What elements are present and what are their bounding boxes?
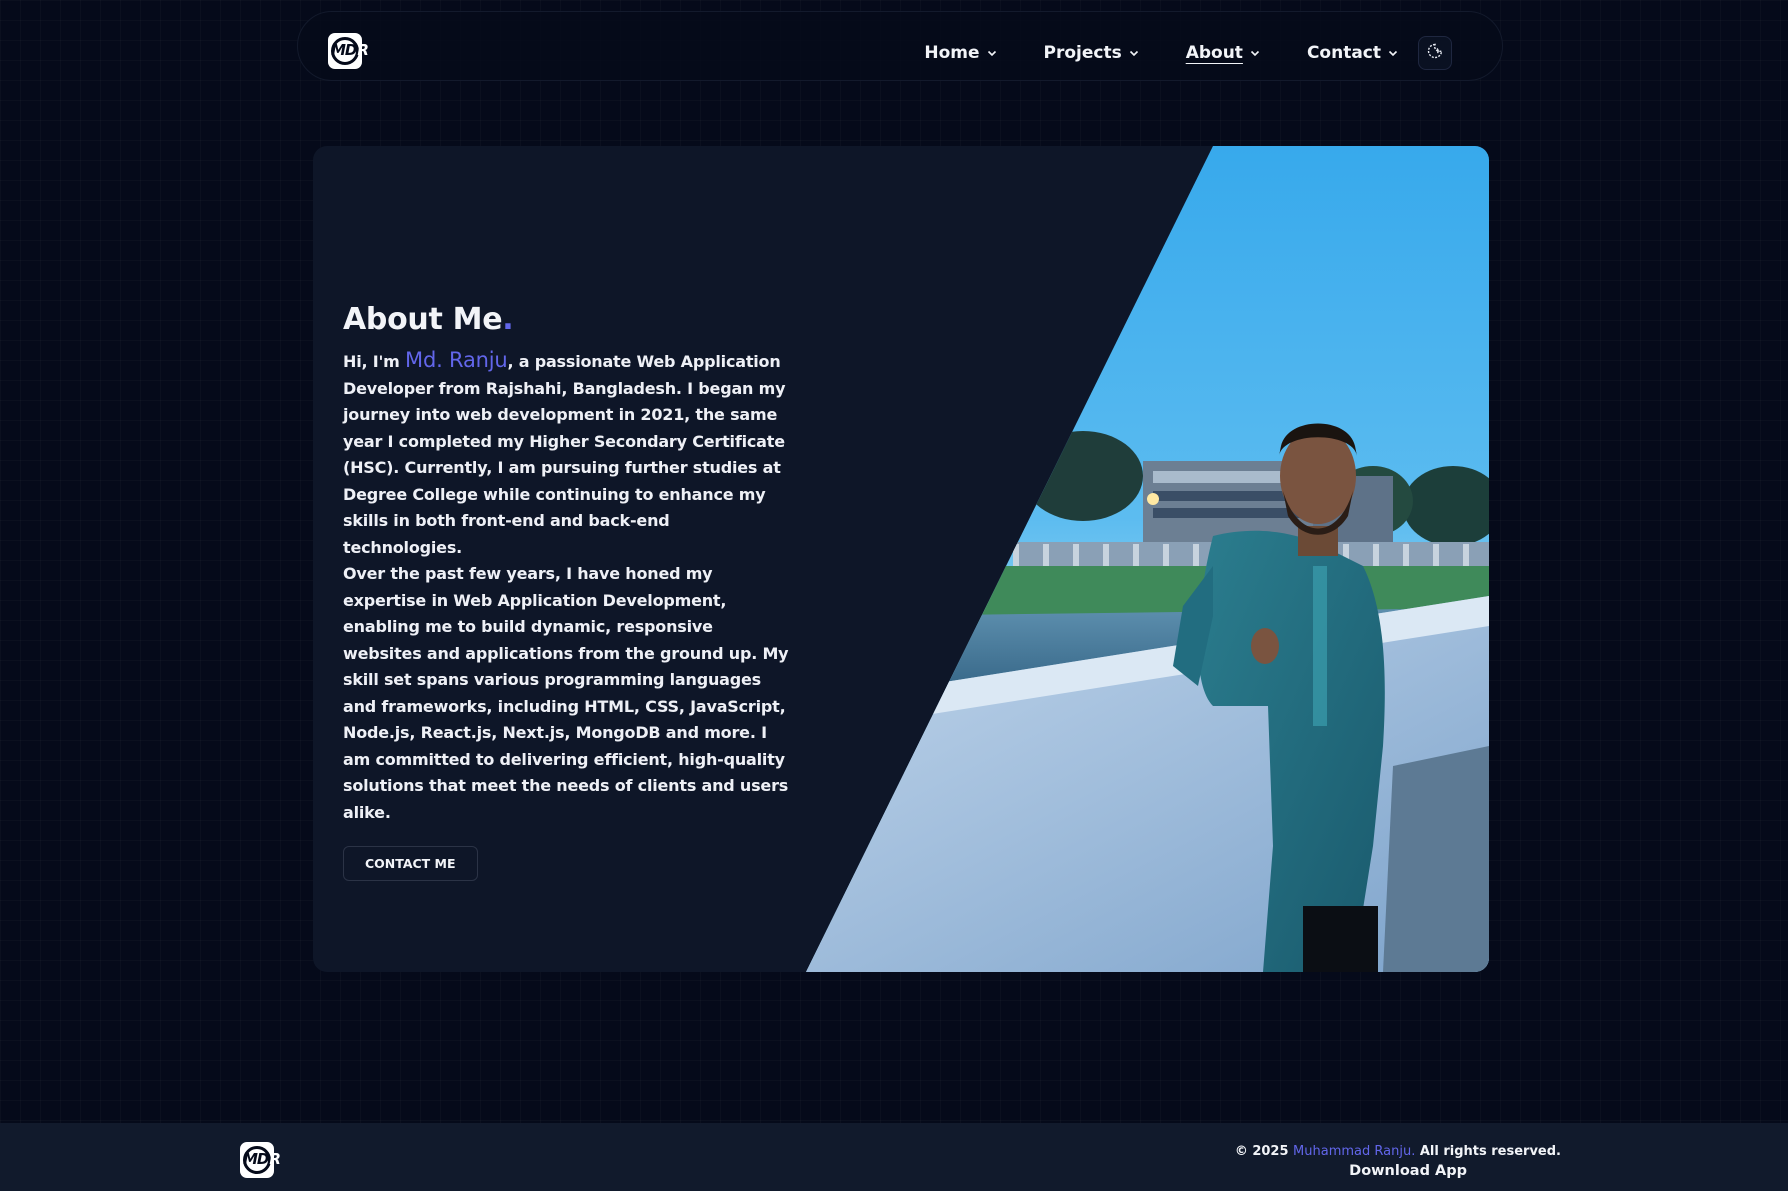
copyright-owner-link[interactable]: Muhammad Ranju. [1293,1144,1415,1159]
site-logo[interactable]: MDR [328,30,370,72]
footer-logo[interactable]: MDR [240,1139,282,1181]
moon-sun-icon [1426,42,1444,64]
copyright-text: © 2025 Muhammad Ranju. All rights reserv… [1234,1144,1561,1159]
nav-item-about[interactable]: About [1186,43,1260,63]
nav-item-contact[interactable]: Contact [1307,43,1398,63]
about-section: About Me. Hi, I'm Md. Ranju, a passionat… [343,302,793,881]
logo-text: MDR [331,41,369,59]
author-name: Md. Ranju [405,348,508,372]
nav-item-home[interactable]: Home [924,43,996,63]
nav-label-about: About [1185,43,1243,63]
nav-label-home: Home [924,43,980,63]
about-card: About Me. Hi, I'm Md. Ranju, a passionat… [313,146,1489,972]
chevron-down-icon [1250,48,1260,58]
footer: MDR © 2025 Muhammad Ranju. All rights re… [0,1123,1788,1191]
about-title: About Me. [343,302,514,337]
navbar: MDR Home Projects About Contact [297,11,1503,81]
about-paragraph-2: Over the past few years, I have honed my… [343,564,789,822]
nav-label-contact: Contact [1306,43,1381,63]
nav-item-projects[interactable]: Projects [1044,43,1139,63]
theme-toggle-button[interactable] [1418,36,1452,70]
nav-label-projects: Projects [1043,43,1122,63]
chevron-down-icon [1129,48,1139,58]
chevron-down-icon [1388,48,1398,58]
main-menu: Home Projects About Contact [877,36,1452,70]
chevron-down-icon [987,48,997,58]
contact-me-button[interactable]: CONTACT ME [343,846,478,881]
download-app-link[interactable]: Download App [1349,1163,1467,1179]
about-paragraph-1: Hi, I'm Md. Ranju, a passionate Web Appl… [343,348,786,557]
logo-text: MDR [243,1150,281,1168]
